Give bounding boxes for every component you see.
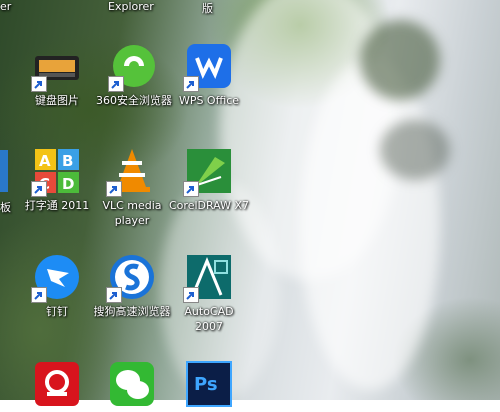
icon-label: 钉钉	[46, 305, 68, 318]
wechat-icon	[108, 360, 156, 408]
desktop-icon-keyboard-picture[interactable]: 键盘图片	[17, 42, 97, 108]
photoshop-icon: Ps	[185, 360, 233, 408]
desktop-icon-photoshop[interactable]: Ps	[169, 360, 249, 408]
keyboard-picture-icon	[31, 42, 81, 92]
desktop-icon-wechat[interactable]	[92, 360, 172, 408]
red-app-icon	[33, 360, 81, 408]
desktop-icon-sogou-browser[interactable]: 搜狗高速浏览器	[92, 253, 172, 319]
icon-label: 键盘图片	[35, 94, 79, 107]
shortcut-arrow-icon	[183, 181, 199, 197]
icon-label: 搜狗高速浏览器	[93, 305, 171, 318]
waterfall-highlight	[300, 60, 440, 390]
svg-text:D: D	[62, 175, 74, 193]
shortcut-arrow-icon	[31, 181, 47, 197]
desktop-icon-autocad[interactable]: AutoCAD 2007	[169, 253, 249, 334]
360-browser-icon	[108, 42, 158, 92]
svg-text:Ps: Ps	[194, 374, 218, 395]
shortcut-arrow-icon	[31, 76, 47, 92]
autocad-icon	[183, 253, 233, 303]
partial-label: er	[0, 0, 12, 13]
rock-shadow	[360, 20, 440, 100]
desktop-icon-wps-office[interactable]: WPS Office	[169, 42, 249, 108]
sogou-browser-icon	[106, 253, 156, 303]
partial-icon	[0, 150, 8, 192]
vlc-cone-icon	[106, 147, 156, 197]
svg-text:B: B	[62, 152, 73, 170]
desktop-icon-typing[interactable]: ABCD 打字通 2011	[17, 147, 97, 213]
shortcut-arrow-icon	[31, 287, 47, 303]
icon-label: VLC media player	[102, 199, 162, 227]
partial-label: 版	[202, 2, 213, 15]
icon-label: AutoCAD 2007	[184, 305, 234, 333]
desktop-icon-dingtalk[interactable]: 钉钉	[17, 253, 97, 319]
dingtalk-icon	[31, 253, 81, 303]
icon-label: 打字通 2011	[24, 199, 90, 212]
partial-label: 板	[0, 201, 11, 214]
desktop-icon-vlc[interactable]: VLC media player	[92, 147, 172, 228]
shortcut-arrow-icon	[108, 76, 124, 92]
svg-text:A: A	[39, 152, 51, 170]
desktop-icon-coreldraw[interactable]: CorelDRAW X7	[169, 147, 249, 213]
shortcut-arrow-icon	[106, 181, 122, 197]
shortcut-arrow-icon	[183, 287, 199, 303]
icon-label: 360安全浏览器	[96, 94, 172, 107]
desktop-icon-360-browser[interactable]: 360安全浏览器	[94, 42, 174, 108]
icon-label: CorelDRAW X7	[169, 199, 250, 212]
rock-shadow	[380, 120, 450, 180]
coreldraw-icon	[183, 147, 233, 197]
partial-label: Explorer	[108, 0, 154, 13]
wps-office-icon	[183, 42, 233, 92]
icon-label: WPS Office	[178, 94, 240, 107]
desktop-icon-red-app[interactable]	[17, 360, 97, 408]
shortcut-arrow-icon	[106, 287, 122, 303]
typing-abc-icon: ABCD	[31, 147, 81, 197]
shortcut-arrow-icon	[183, 76, 199, 92]
